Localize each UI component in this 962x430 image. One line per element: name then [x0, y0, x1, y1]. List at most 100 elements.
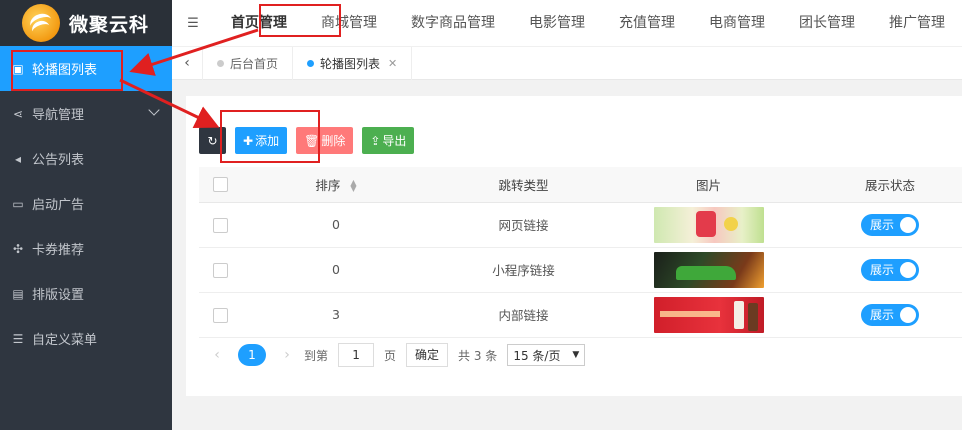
header-status: 展示状态 [801, 167, 962, 203]
sort-icon[interactable]: ▲ ▼ [350, 179, 356, 193]
image-cell [616, 247, 801, 293]
nav-recharge-management[interactable]: 充值管理 [602, 0, 692, 46]
jump-type-cell: 小程序链接 [431, 247, 616, 293]
confirm-button[interactable]: 确定 [406, 343, 449, 367]
row-select-cell [199, 202, 241, 248]
header-image: 图片 [616, 167, 801, 203]
logo-icon [22, 4, 60, 42]
page-unit-label: 页 [384, 348, 397, 363]
menu-toggle-icon[interactable]: ☰ [172, 16, 214, 31]
sort-cell: 0 [241, 247, 431, 293]
page-size-select[interactable]: 15 条/页 ▼ [507, 344, 586, 366]
nav-ecommerce-management[interactable]: 电商管理 [692, 0, 782, 46]
sidebar-item-nav-management[interactable]: ⋖ 导航管理 [0, 91, 172, 136]
status-toggle-label: 展示 [870, 308, 895, 322]
status-toggle-label: 展示 [870, 263, 895, 277]
tab-dot-icon [217, 59, 224, 67]
sidebar-item-coupons[interactable]: ✣ 卡券推荐 [0, 226, 172, 271]
header-sort[interactable]: 排序 ▲ ▼ [241, 167, 431, 203]
current-page[interactable]: 1 [238, 344, 266, 366]
page-number-input[interactable]: 1 [338, 343, 375, 367]
refresh-icon: ↻ [207, 133, 218, 148]
image-cell [616, 202, 801, 248]
nav-digital-goods[interactable]: 数字商品管理 [394, 0, 512, 46]
page-size-value: 15 条/页 [513, 348, 561, 363]
content-card: ↻ ✚ 添加 🗑 删除 ⇪ 导出 排序 ▲ ▼ 跳转类型 图片 展示状态 0 网… [186, 96, 962, 396]
cubes-icon: ✣ [12, 241, 24, 256]
add-label: 添加 [255, 134, 280, 148]
close-icon[interactable]: ✕ [388, 57, 397, 70]
banner-thumbnail[interactable] [653, 206, 764, 243]
sidebar-item-layout-settings[interactable]: ▤ 排版设置 [0, 271, 172, 316]
banner-thumbnail[interactable] [653, 251, 764, 288]
sidebar-item-label: 排版设置 [32, 288, 85, 303]
toggle-knob [900, 216, 916, 233]
bullhorn-icon: ◂ [14, 151, 22, 166]
image-cell [616, 292, 801, 338]
row-checkbox[interactable] [212, 217, 228, 233]
sort-cell: 3 [241, 292, 431, 338]
status-cell: 展示 [801, 292, 962, 338]
select-all-checkbox[interactable] [212, 177, 228, 193]
row-select-cell [199, 292, 241, 338]
monitor-icon: ▭ [12, 196, 24, 211]
chevron-down-icon [148, 104, 160, 116]
sidebar: 微聚云科 ▣ 轮播图列表 ⋖ 导航管理 ◂ 公告列表 ▭ 启动广告 ✣ 卡券推荐… [0, 0, 172, 430]
tab-dashboard[interactable]: 后台首页 [203, 46, 294, 80]
status-cell: 展示 [801, 202, 962, 248]
nav-mall-management[interactable]: 商城管理 [304, 0, 394, 46]
tab-label: 轮播图列表 [320, 56, 381, 71]
delete-label: 删除 [321, 134, 346, 148]
next-page-icon[interactable]: › [278, 347, 296, 363]
logo[interactable]: 微聚云科 [0, 0, 172, 46]
caret-down-icon: ▼ [572, 350, 580, 360]
header-jump-type: 跳转类型 [431, 167, 616, 203]
trash-icon: 🗑 [304, 133, 320, 148]
status-toggle[interactable]: 展示 [861, 303, 919, 326]
tab-carousel-list[interactable]: 轮播图列表 ✕ [293, 46, 413, 80]
header-sort-label: 排序 [315, 177, 341, 193]
sidebar-item-launch-ads[interactable]: ▭ 启动广告 [0, 181, 172, 226]
sidebar-item-custom-menu[interactable]: ☰ 自定义菜单 [0, 316, 172, 361]
sidebar-item-label: 卡券推荐 [32, 243, 85, 258]
sidebar-item-label: 轮播图列表 [32, 63, 98, 78]
row-checkbox[interactable] [212, 262, 228, 278]
nav-promotion-management[interactable]: 推广管理 [872, 0, 962, 46]
jump-type-cell: 网页链接 [431, 202, 616, 248]
status-toggle-label: 展示 [870, 218, 895, 232]
prev-page-icon[interactable]: ‹ [208, 347, 226, 363]
chevron-left-icon[interactable]: ‹ [172, 46, 203, 80]
table-row: 0 小程序链接 展示 [199, 247, 962, 293]
total-count: 共 3 条 [458, 348, 498, 363]
nav-leader-management[interactable]: 团长管理 [782, 0, 872, 46]
export-button[interactable]: ⇪ 导出 [362, 127, 415, 154]
toggle-knob [900, 306, 916, 323]
status-cell: 展示 [801, 247, 962, 293]
sidebar-item-carousel-list[interactable]: ▣ 轮播图列表 [0, 46, 172, 91]
sidebar-item-label: 公告列表 [32, 153, 85, 168]
tab-dot-icon [307, 59, 315, 67]
banner-thumbnail[interactable] [653, 296, 764, 333]
delete-button[interactable]: 🗑 删除 [296, 127, 354, 154]
app-name: 微聚云科 [69, 13, 150, 36]
sidebar-item-announcements[interactable]: ◂ 公告列表 [0, 136, 172, 181]
refresh-button[interactable]: ↻ [199, 127, 226, 154]
pagination: ‹ 1 › 到第 1 页 确定 共 3 条 15 条/页 ▼ [208, 343, 586, 367]
carousel-table: 排序 ▲ ▼ 跳转类型 图片 展示状态 0 网页链接 展示 0 小程序链接 展示… [199, 167, 962, 338]
row-checkbox[interactable] [212, 307, 228, 323]
nav-home-management[interactable]: 首页管理 [214, 0, 304, 46]
list-icon: ☰ [12, 331, 24, 346]
table-row: 0 网页链接 展示 [199, 202, 962, 248]
image-icon: ▣ [12, 61, 24, 76]
status-toggle[interactable]: 展示 [861, 258, 919, 281]
file-icon: ▤ [12, 286, 24, 301]
toggle-knob [900, 261, 916, 278]
page-tabs: ‹ 后台首页 轮播图列表 ✕ [172, 46, 962, 80]
nav-movie-management[interactable]: 电影管理 [512, 0, 602, 46]
table-header-row: 排序 ▲ ▼ 跳转类型 图片 展示状态 [199, 167, 962, 203]
status-toggle[interactable]: 展示 [861, 213, 919, 236]
tab-label: 后台首页 [230, 56, 279, 71]
share-icon: ⋖ [12, 106, 24, 121]
add-button[interactable]: ✚ 添加 [235, 127, 288, 154]
export-icon: ⇪ [370, 133, 381, 148]
